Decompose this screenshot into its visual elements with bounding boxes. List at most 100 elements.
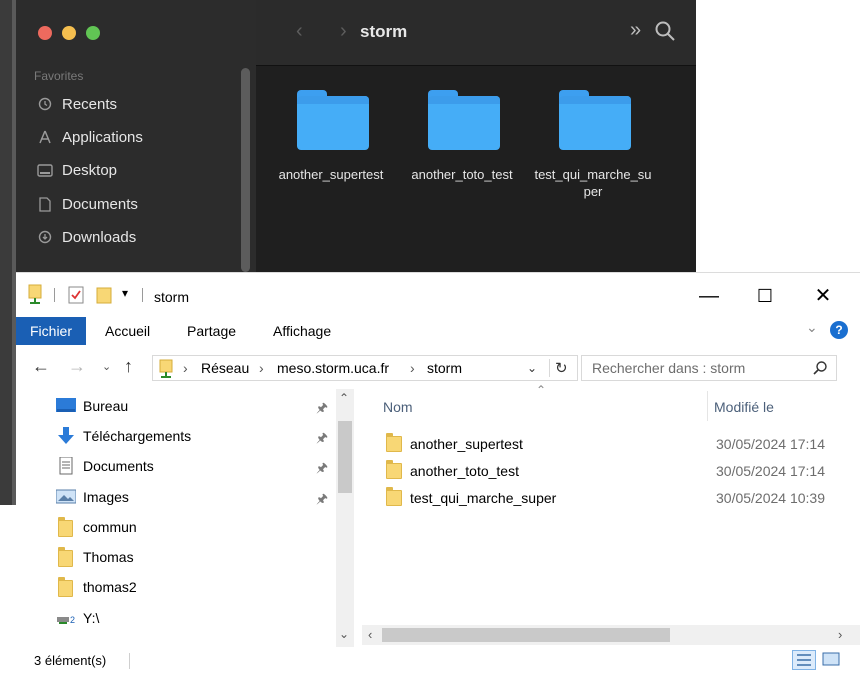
- scrollbar-thumb[interactable]: [338, 421, 352, 493]
- search-icon[interactable]: [654, 20, 678, 44]
- customize-toolbar-icon[interactable]: ▾: [122, 286, 128, 300]
- pin-icon[interactable]: 🖈: [316, 399, 328, 421]
- search-input[interactable]: Rechercher dans : storm: [581, 355, 837, 381]
- close-button[interactable]: ✕: [800, 281, 846, 311]
- minimize-button[interactable]: [62, 26, 76, 40]
- scroll-down-icon[interactable]: ⌄: [339, 627, 349, 641]
- search-placeholder: Rechercher dans : storm: [592, 360, 746, 376]
- sort-ascending-icon: ⌃: [536, 383, 547, 397]
- pin-icon[interactable]: 🖈: [316, 429, 328, 451]
- tab-partage[interactable]: Partage: [175, 317, 248, 345]
- nav-item-bureau[interactable]: Bureau: [56, 394, 128, 418]
- network-location-icon: [159, 359, 173, 384]
- nav-item-thomas[interactable]: Thomas: [56, 545, 134, 569]
- address-bar[interactable]: › Réseau › meso.storm.uca.fr › storm ⌄ ↻: [152, 355, 578, 381]
- nav-item-label: thomas2: [83, 579, 137, 595]
- window-title: storm: [154, 289, 189, 305]
- column-header-name[interactable]: Nom: [383, 399, 413, 415]
- sidebar-item-applications[interactable]: Applications: [36, 126, 143, 148]
- expand-ribbon-icon[interactable]: ⌄: [806, 319, 818, 336]
- svg-text:2: 2: [70, 615, 75, 625]
- pin-icon[interactable]: 🖈: [316, 459, 328, 481]
- sidebar-item-recents[interactable]: Recents: [36, 93, 117, 115]
- file-name: another_toto_test: [410, 463, 519, 479]
- sidebar-item-downloads[interactable]: Downloads: [36, 226, 136, 248]
- folder-label[interactable]: another_supertest: [269, 166, 393, 183]
- network-drive-icon: 2: [56, 609, 76, 627]
- help-button[interactable]: ?: [830, 321, 848, 339]
- folder-icon[interactable]: [297, 90, 369, 150]
- separator: [549, 359, 550, 377]
- details-view-icon[interactable]: [792, 650, 816, 670]
- back-arrow-icon[interactable]: ←: [32, 356, 50, 377]
- file-row[interactable]: test_qui_marche_super 30/05/2024 10:39: [386, 486, 860, 510]
- folder-icon: [386, 487, 402, 507]
- title-bar: ▾ storm — ☐ ✕: [16, 273, 860, 317]
- network-location-icon[interactable]: [28, 284, 42, 309]
- zoom-button[interactable]: [86, 26, 100, 40]
- file-row[interactable]: another_supertest 30/05/2024 17:14: [386, 432, 860, 456]
- forward-arrow-icon[interactable]: →: [68, 356, 86, 377]
- sidebar-item-label: Documents: [62, 195, 138, 213]
- address-segment-storm[interactable]: storm: [427, 360, 462, 376]
- new-folder-icon[interactable]: [96, 286, 112, 309]
- nav-item-label: commun: [83, 519, 137, 535]
- maximize-button[interactable]: ☐: [742, 281, 788, 311]
- scrollbar-thumb[interactable]: [382, 628, 670, 642]
- sidebar-scrollbar[interactable]: [241, 68, 250, 272]
- nav-item-images[interactable]: Images: [55, 485, 129, 509]
- nav-item-thomas2[interactable]: thomas2: [56, 575, 137, 599]
- images-icon: [55, 488, 77, 506]
- address-separator: ›: [183, 360, 188, 376]
- sidebar-item-desktop[interactable]: Desktop: [36, 159, 117, 181]
- nav-pane-scrollbar[interactable]: ⌃ ⌄: [336, 389, 354, 647]
- ribbon-tabs: Fichier Accueil Partage Affichage ⌄ ?: [16, 317, 860, 345]
- large-icons-view-icon[interactable]: [820, 650, 844, 670]
- nav-item-label: Documents: [83, 458, 154, 474]
- window-title: storm: [360, 22, 408, 41]
- folder-icon: [386, 433, 402, 453]
- sidebar-item-documents[interactable]: Documents: [36, 193, 138, 215]
- nav-item-documents[interactable]: Documents: [56, 454, 154, 478]
- tab-accueil[interactable]: Accueil: [93, 317, 162, 345]
- column-separator[interactable]: [707, 391, 708, 421]
- search-icon[interactable]: [812, 360, 828, 381]
- minimize-button[interactable]: —: [686, 281, 732, 311]
- download-icon: [36, 229, 54, 245]
- folder-label[interactable]: test_qui_marche_super: [531, 166, 655, 200]
- folder-icon: [386, 460, 402, 480]
- nav-item-commun[interactable]: commun: [56, 515, 137, 539]
- sidebar-section-favorites: Favorites: [34, 69, 84, 83]
- finder-toolbar: ‹ › storm »: [256, 0, 696, 66]
- nav-item-label: Images: [83, 489, 129, 505]
- folder-icon[interactable]: [559, 90, 631, 150]
- recent-locations-icon[interactable]: ⌄: [102, 360, 111, 373]
- file-row[interactable]: another_toto_test 30/05/2024 17:14: [386, 459, 860, 483]
- properties-icon[interactable]: [68, 286, 84, 309]
- horizontal-scrollbar[interactable]: ‹ ›: [362, 625, 860, 645]
- nav-item-telechargements[interactable]: Téléchargements: [56, 424, 191, 448]
- up-arrow-icon[interactable]: ↑: [124, 356, 133, 377]
- back-icon[interactable]: ‹: [296, 20, 303, 43]
- scroll-left-icon[interactable]: ‹: [368, 627, 372, 642]
- close-button[interactable]: [38, 26, 52, 40]
- forward-icon[interactable]: ›: [340, 20, 347, 43]
- column-header-modified[interactable]: Modifié le: [714, 399, 774, 415]
- tab-fichier[interactable]: Fichier: [16, 317, 87, 345]
- tab-affichage[interactable]: Affichage: [261, 317, 343, 345]
- folder-label[interactable]: another_toto_test: [400, 166, 524, 183]
- address-dropdown-icon[interactable]: ⌄: [527, 361, 537, 375]
- pin-icon[interactable]: 🖈: [316, 490, 328, 512]
- finder-window: Favorites Recents Applications Desktop D…: [16, 0, 696, 272]
- separator: [129, 653, 130, 669]
- sidebar-item-label: Downloads: [62, 228, 137, 246]
- more-toolbar-icon[interactable]: »: [630, 19, 641, 42]
- refresh-icon[interactable]: ↻: [555, 359, 568, 377]
- scroll-right-icon[interactable]: ›: [838, 627, 842, 642]
- nav-item-y-drive[interactable]: 2 Y:\: [56, 606, 99, 630]
- explorer-window: ▾ storm — ☐ ✕ Fichier Accueil Partage Af…: [16, 272, 860, 673]
- scroll-up-icon[interactable]: ⌃: [339, 391, 349, 405]
- address-segment-host[interactable]: meso.storm.uca.fr: [277, 360, 389, 376]
- address-segment-reseau[interactable]: Réseau: [201, 360, 249, 376]
- folder-icon[interactable]: [428, 90, 500, 150]
